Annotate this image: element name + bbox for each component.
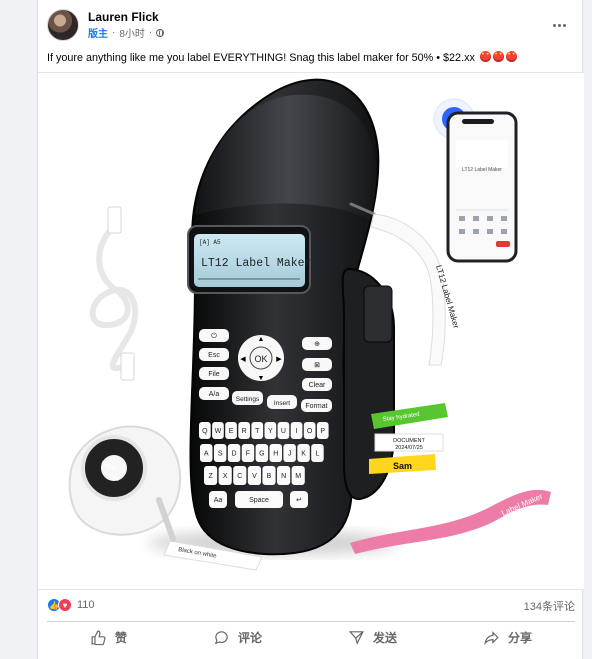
keyboard-key-label: U: [281, 428, 286, 435]
label-maker-device: [A] A5 LT12 Label Maker ⏻ Esc File A/a O…: [148, 78, 398, 556]
keyboard-bottom-key-label: Space: [249, 497, 269, 504]
author-name[interactable]: Lauren Flick: [88, 10, 159, 24]
key-insert-label: Insert: [274, 400, 290, 407]
keyboard-key-label: D: [232, 451, 237, 458]
share-button[interactable]: 分享: [465, 623, 550, 652]
key-ok-label: OK: [254, 354, 267, 364]
key-format-label: Format: [305, 403, 327, 410]
svg-text:◀: ◀: [240, 356, 246, 363]
post-options-button[interactable]: [548, 18, 570, 32]
phone-screen-text: LT12 Label Maker: [462, 167, 502, 173]
tape-cartridge: Plastic White: [68, 425, 182, 542]
star-eyes-emoji-icon: [505, 51, 517, 62]
send-button[interactable]: 发送: [330, 623, 415, 652]
star-eyes-emoji-icon: [479, 51, 491, 62]
post-caption: If youre anything like me you label EVER…: [47, 50, 575, 65]
keyboard-key-label: R: [242, 428, 247, 435]
keyboard-key-label: C: [237, 473, 242, 480]
share-arrow-icon: [484, 631, 499, 646]
keyboard-key-label: E: [229, 428, 234, 435]
comment-count-link[interactable]: 134条评论: [524, 598, 575, 614]
keyboard-key-label: I: [296, 428, 298, 435]
like-button[interactable]: 赞: [72, 623, 145, 652]
public-globe-icon: [156, 28, 165, 37]
post-time[interactable]: 8小时: [119, 25, 145, 40]
caption-text: If youre anything like me you label EVER…: [47, 52, 475, 64]
reaction-summary[interactable]: 👍 ♥ 110: [47, 598, 95, 612]
keyboard-key-label: X: [223, 473, 228, 480]
usb-cable-group: [89, 206, 139, 381]
post-product-image[interactable]: ᛒ LT12 Label Maker: [38, 72, 584, 590]
key-esc-label: Esc: [208, 352, 220, 359]
options-dot-icon: [562, 23, 566, 27]
star-eyes-emoji-icon: [492, 51, 504, 62]
phone-app-preview: LT12 Label Maker: [446, 111, 518, 263]
meta-separator-2: ·: [148, 27, 153, 38]
key-settings-label: Settings: [236, 396, 260, 403]
keyboard-key-label: V: [252, 473, 257, 480]
label-maker-product-illustration: ᛒ LT12 Label Maker: [68, 78, 551, 571]
comment-button-label: 评论: [237, 631, 262, 645]
post-header: Lauren Flick 版主 · 8小时 ·: [47, 9, 575, 41]
key-file-label: File: [208, 371, 219, 378]
post-meta: 版主 · 8小时 ·: [88, 25, 165, 40]
keyboard-key-label: O: [307, 428, 313, 435]
keyboard-key-label: F: [246, 451, 250, 458]
moderator-badge: 版主: [88, 29, 108, 40]
keyboard-key-label: Z: [208, 473, 213, 480]
key-power-label: ⏻: [211, 332, 217, 340]
facebook-feed: Lauren Flick 版主 · 8小时 · If youre anythin…: [0, 0, 592, 659]
device-screen-text: LT12 Label Maker: [201, 257, 311, 270]
document-label-title: DOCUMENT: [393, 438, 425, 444]
post-engagement-stats: 👍 ♥ 110 134条评论: [47, 597, 575, 613]
keyboard-key-label: Y: [268, 428, 273, 435]
like-button-label: 赞: [114, 631, 127, 645]
keyboard-key-label: W: [215, 428, 222, 435]
share-button-label: 分享: [507, 631, 532, 645]
keyboard-bottom-key-label: Aa: [214, 497, 223, 504]
facebook-post-card: Lauren Flick 版主 · 8小时 · If youre anythin…: [37, 0, 584, 659]
key-symbol-label: ⊕: [314, 341, 320, 348]
thumbs-up-icon: [91, 630, 106, 646]
key-case-label: A/a: [209, 391, 220, 398]
options-dot-icon: [552, 23, 556, 27]
comment-icon: [214, 631, 228, 645]
keyboard-bottom-key-label: ↵: [296, 497, 302, 504]
svg-text:[A] A5: [A] A5: [199, 239, 221, 246]
love-reaction-icon: ♥: [58, 598, 72, 612]
meta-separator: ·: [112, 27, 116, 38]
keyboard-key-label: T: [255, 428, 260, 435]
options-dot-icon: [557, 23, 561, 27]
send-button-label: 发送: [372, 631, 397, 645]
keyboard-key-label: K: [301, 451, 306, 458]
key-clear-label: Clear: [309, 382, 326, 389]
post-action-bar: 赞 评论 发送 分享: [47, 621, 575, 653]
author-avatar[interactable]: [47, 9, 79, 41]
svg-text:▼: ▼: [258, 375, 265, 382]
keyboard-key-label: H: [273, 451, 278, 458]
reaction-count[interactable]: 110: [77, 599, 95, 611]
document-label-date: 2024/07/25: [395, 445, 423, 451]
keyboard-key-label: P: [320, 428, 325, 435]
comment-button[interactable]: 评论: [195, 623, 280, 652]
svg-text:▲: ▲: [258, 336, 265, 343]
keyboard-key-label: S: [218, 451, 223, 458]
send-icon: [348, 631, 364, 645]
keyboard-key-label: B: [267, 473, 272, 480]
keyboard-key-label: L: [315, 451, 319, 458]
keyboard-key-label: Q: [202, 428, 208, 435]
keyboard-key-label: G: [259, 451, 264, 458]
keyboard-key-label: A: [204, 451, 209, 458]
keyboard-key-label: J: [288, 451, 292, 458]
svg-text:▶: ▶: [276, 356, 282, 363]
keyboard-key-label: N: [281, 473, 286, 480]
yellow-label-text: Sam: [393, 461, 412, 471]
key-delete-label: ⊠: [314, 362, 320, 369]
keyboard-key-label: M: [295, 473, 301, 480]
